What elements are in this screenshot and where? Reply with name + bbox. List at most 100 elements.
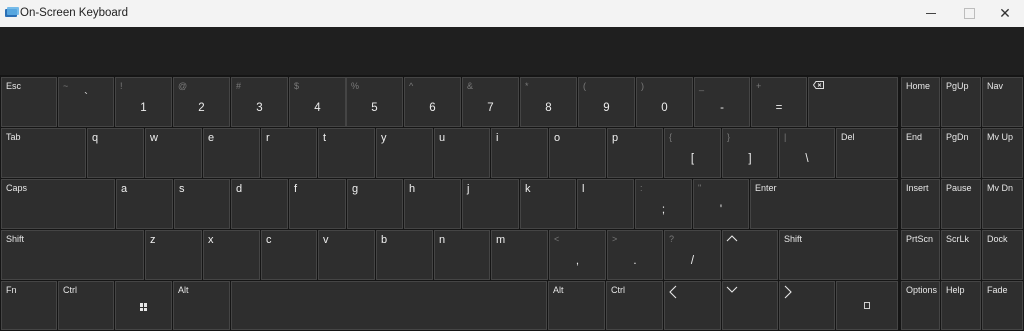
key-comma[interactable]: <, <box>549 230 606 280</box>
key-l[interactable]: l <box>577 179 634 229</box>
key-grave[interactable]: ~ ` <box>58 77 114 127</box>
key-h[interactable]: h <box>404 179 461 229</box>
key-down[interactable] <box>722 281 778 330</box>
key-7[interactable]: & 7 <box>462 77 519 127</box>
key-menu[interactable] <box>836 281 898 330</box>
key-y[interactable]: y <box>376 128 433 178</box>
key-backslash[interactable]: | \ <box>779 128 835 178</box>
key-b[interactable]: b <box>376 230 433 280</box>
key-v[interactable]: v <box>318 230 375 280</box>
key-mv-dn[interactable]: Mv Dn <box>982 179 1023 229</box>
key-c[interactable]: c <box>261 230 317 280</box>
key-caps[interactable]: Caps <box>1 179 115 229</box>
key-scrlk[interactable]: ScrLk <box>941 230 981 280</box>
close-icon: ✕ <box>999 5 1011 21</box>
arrow-down-icon <box>726 286 738 293</box>
key-alt-right[interactable]: Alt <box>548 281 605 330</box>
key-a[interactable]: a <box>116 179 173 229</box>
key-x[interactable]: x <box>203 230 260 280</box>
key-shift-right[interactable]: Shift <box>779 230 898 280</box>
key-pause[interactable]: Pause <box>941 179 981 229</box>
key-space[interactable] <box>231 281 547 330</box>
key-nav[interactable]: Nav <box>982 77 1023 127</box>
key-w[interactable]: w <box>145 128 202 178</box>
key-fn[interactable]: Fn <box>1 281 57 330</box>
key-esc[interactable]: Esc <box>1 77 57 127</box>
key-shift-left[interactable]: Shift <box>1 230 144 280</box>
key-quote[interactable]: " ' <box>693 179 749 229</box>
key-pgdn[interactable]: PgDn <box>941 128 981 178</box>
key-s[interactable]: s <box>174 179 230 229</box>
key-1[interactable]: ! 1 <box>115 77 172 127</box>
key-5[interactable]: % 5 <box>346 77 403 127</box>
window-title: On-Screen Keyboard <box>20 7 129 19</box>
key-left[interactable] <box>664 281 721 330</box>
key-u[interactable]: u <box>434 128 490 178</box>
key-4[interactable]: $4 <box>289 77 346 127</box>
key-9[interactable]: (9 <box>578 77 635 127</box>
key-p[interactable]: p <box>607 128 663 178</box>
close-button[interactable]: ✕ <box>986 0 1024 27</box>
key-up[interactable] <box>722 230 778 280</box>
keyboard-app-icon <box>5 7 19 19</box>
title-bar: On-Screen Keyboard ✕ <box>0 0 1024 27</box>
key-insert[interactable]: Insert <box>901 179 940 229</box>
key-slash[interactable]: ? / <box>664 230 721 280</box>
key-i[interactable]: i <box>491 128 548 178</box>
key-options[interactable]: Options <box>901 281 940 330</box>
key-home[interactable]: Home <box>901 77 940 127</box>
key-f[interactable]: f <box>289 179 346 229</box>
key-g[interactable]: g <box>347 179 403 229</box>
key-t[interactable]: t <box>318 128 375 178</box>
key-tab[interactable]: Tab <box>1 128 86 178</box>
key-ctrl-right[interactable]: Ctrl <box>606 281 663 330</box>
key-del[interactable]: Del <box>836 128 898 178</box>
key-dock[interactable]: Dock <box>982 230 1023 280</box>
key-o[interactable]: o <box>549 128 606 178</box>
key-rbracket[interactable]: }] <box>722 128 778 178</box>
key-r[interactable]: r <box>261 128 317 178</box>
key-fade[interactable]: Fade <box>982 281 1023 330</box>
key-0[interactable]: ) 0 <box>636 77 693 127</box>
key-period[interactable]: >. <box>607 230 663 280</box>
key-8[interactable]: * 8 <box>520 77 577 127</box>
key-mv-up[interactable]: Mv Up <box>982 128 1023 178</box>
minimize-icon <box>926 13 936 14</box>
arrow-left-icon <box>669 285 677 299</box>
key-j[interactable]: j <box>462 179 519 229</box>
key-enter[interactable]: Enter <box>750 179 898 229</box>
arrow-right-icon <box>784 285 792 299</box>
key-d[interactable]: d <box>231 179 288 229</box>
text-preview-area <box>0 27 1024 75</box>
windows-icon <box>139 303 148 311</box>
key-semicolon[interactable]: :; <box>635 179 692 229</box>
key-windows[interactable] <box>115 281 172 330</box>
key-n[interactable]: n <box>434 230 490 280</box>
key-minus[interactable]: _ - <box>694 77 750 127</box>
key-right[interactable] <box>779 281 835 330</box>
key-backspace[interactable] <box>808 77 898 127</box>
backspace-icon <box>813 81 824 89</box>
key-equals[interactable]: + = <box>751 77 807 127</box>
key-lbracket[interactable]: {[ <box>664 128 721 178</box>
key-q[interactable]: q <box>87 128 144 178</box>
key-end[interactable]: End <box>901 128 940 178</box>
arrow-up-icon <box>726 235 738 242</box>
key-e[interactable]: e <box>203 128 260 178</box>
key-alt-left[interactable]: Alt <box>173 281 230 330</box>
key-m[interactable]: m <box>491 230 548 280</box>
keyboard: Esc ~ ` ! 1 @2 #3 $4 % 5 ^ 6 & 7 * 8 (9 ) 0 _ - … <box>0 75 1024 331</box>
key-prtscn[interactable]: PrtScn <box>901 230 940 280</box>
key-z[interactable]: z <box>145 230 202 280</box>
maximize-button[interactable] <box>950 0 988 27</box>
key-pgup[interactable]: PgUp <box>941 77 981 127</box>
menu-icon <box>864 302 870 309</box>
minimize-button[interactable] <box>912 0 950 27</box>
maximize-icon <box>963 8 975 19</box>
key-2[interactable]: @2 <box>173 77 230 127</box>
key-help[interactable]: Help <box>941 281 981 330</box>
key-3[interactable]: #3 <box>231 77 288 127</box>
key-ctrl-left[interactable]: Ctrl <box>58 281 114 330</box>
key-6[interactable]: ^ 6 <box>404 77 461 127</box>
key-k[interactable]: k <box>520 179 576 229</box>
